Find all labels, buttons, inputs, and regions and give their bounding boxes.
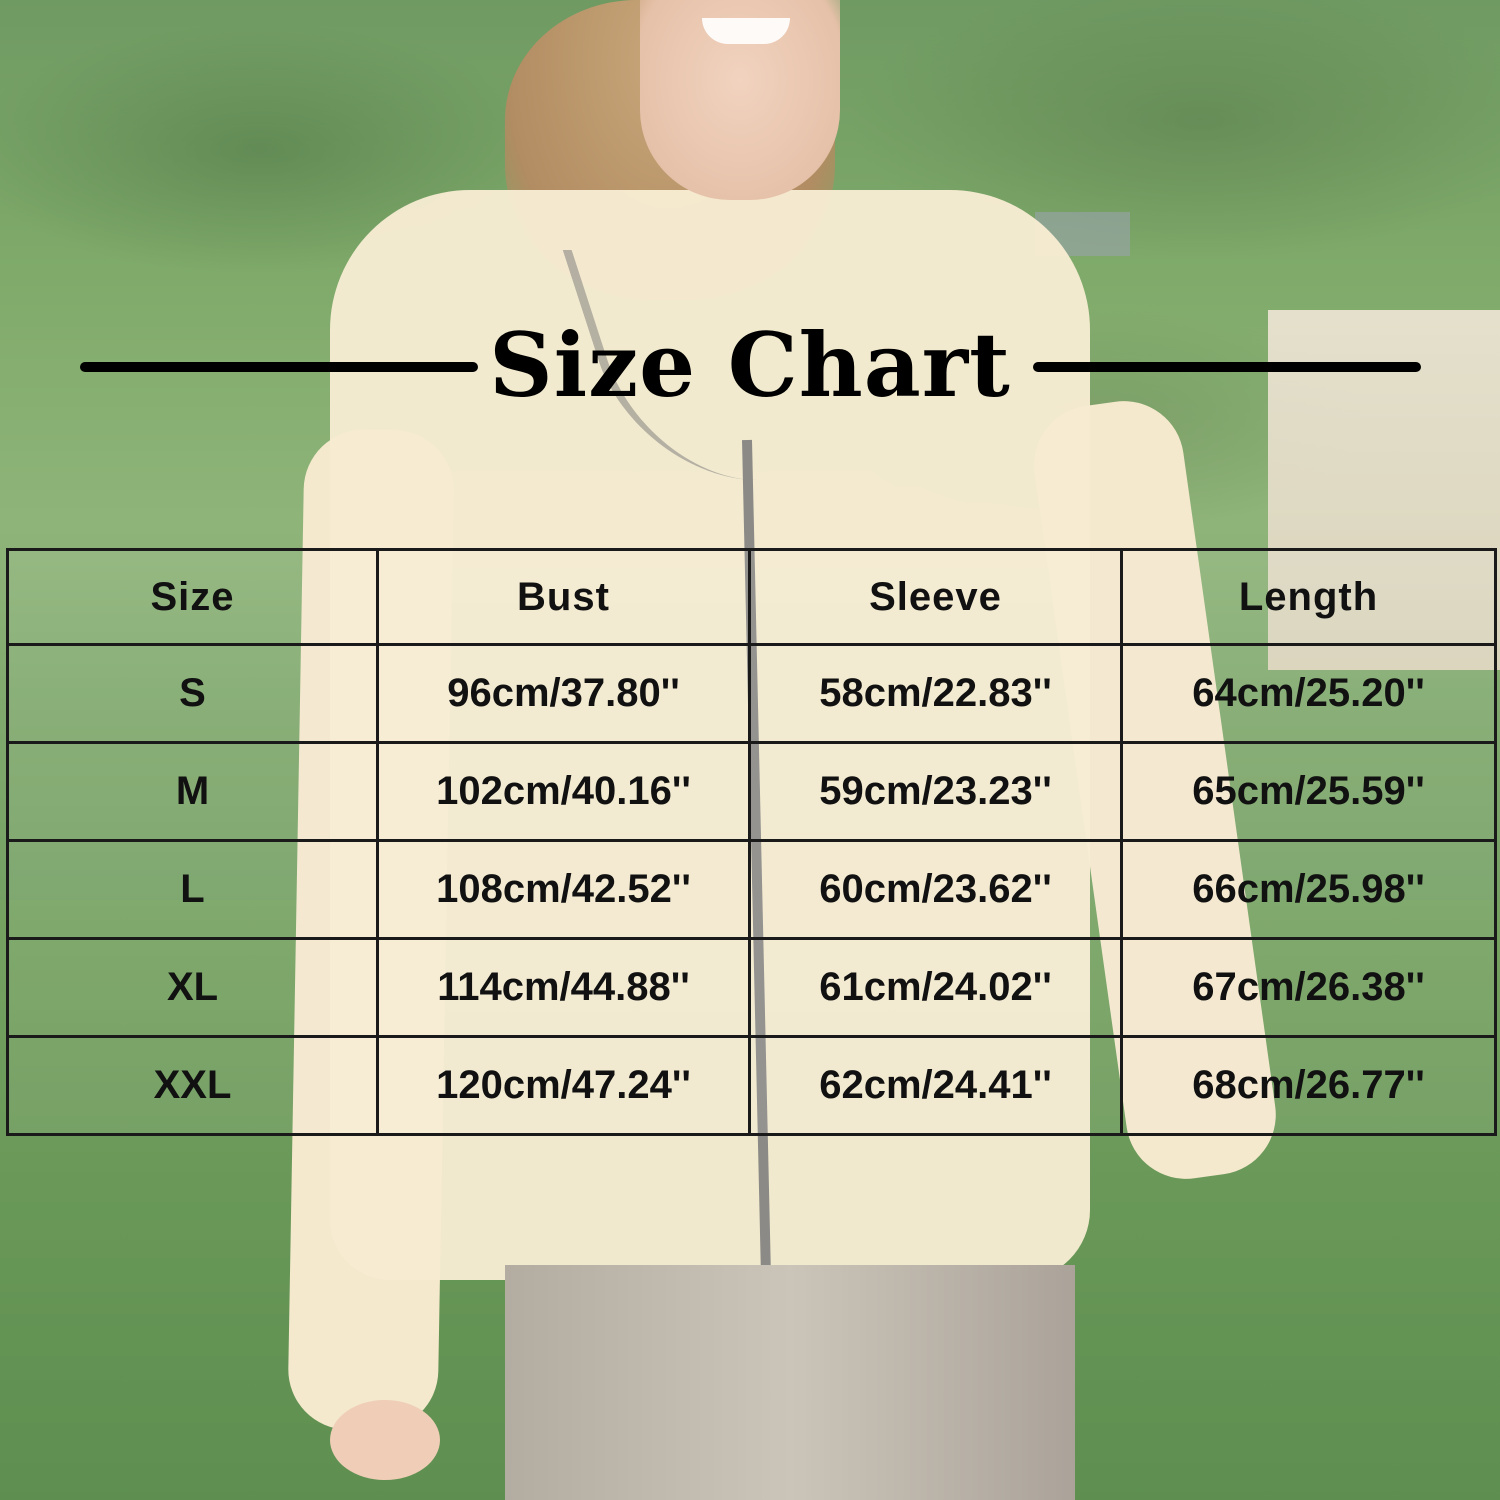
cell-length: 65cm/25.59'' [1120,741,1497,842]
cell-sleeve: 62cm/24.41'' [748,1035,1123,1136]
title-rule-right [1033,362,1421,372]
page-title: Size Chart [489,313,1011,417]
size-table: Size Bust Sleeve Length S 96cm/37.80'' 5… [6,548,1497,1136]
table-row: XL 114cm/44.88'' 61cm/24.02'' 67cm/26.38… [6,937,1497,1038]
title-row: Size Chart [0,305,1500,425]
cell-bust: 114cm/44.88'' [376,937,751,1038]
model-smile [702,18,790,44]
header-bust: Bust [376,548,751,646]
cell-sleeve: 58cm/22.83'' [748,643,1123,744]
cell-length: 66cm/25.98'' [1120,839,1497,940]
cell-size: XL [6,937,379,1038]
model-hand [330,1400,440,1480]
cell-size: S [6,643,379,744]
cell-sleeve: 60cm/23.62'' [748,839,1123,940]
cell-sleeve: 59cm/23.23'' [748,741,1123,842]
cell-bust: 96cm/37.80'' [376,643,751,744]
table-row: S 96cm/37.80'' 58cm/22.83'' 64cm/25.20'' [6,643,1497,744]
cell-bust: 108cm/42.52'' [376,839,751,940]
size-chart-image: Size Chart Size Bust Sleeve Length S 96c… [0,0,1500,1500]
table-row: M 102cm/40.16'' 59cm/23.23'' 65cm/25.59'… [6,741,1497,842]
title-rule-left [80,362,478,372]
cell-size: M [6,741,379,842]
header-length: Length [1120,548,1497,646]
cell-length: 68cm/26.77'' [1120,1035,1497,1136]
cell-length: 67cm/26.38'' [1120,937,1497,1038]
table-row: L 108cm/42.52'' 60cm/23.62'' 66cm/25.98'… [6,839,1497,940]
cell-bust: 120cm/47.24'' [376,1035,751,1136]
cell-size: L [6,839,379,940]
cell-sleeve: 61cm/24.02'' [748,937,1123,1038]
header-size: Size [6,548,379,646]
table-header-row: Size Bust Sleeve Length [6,548,1497,646]
header-sleeve: Sleeve [748,548,1123,646]
cell-size: XXL [6,1035,379,1136]
cell-length: 64cm/25.20'' [1120,643,1497,744]
table-row: XXL 120cm/47.24'' 62cm/24.41'' 68cm/26.7… [6,1035,1497,1136]
cell-bust: 102cm/40.16'' [376,741,751,842]
model-pants [505,1265,1075,1500]
